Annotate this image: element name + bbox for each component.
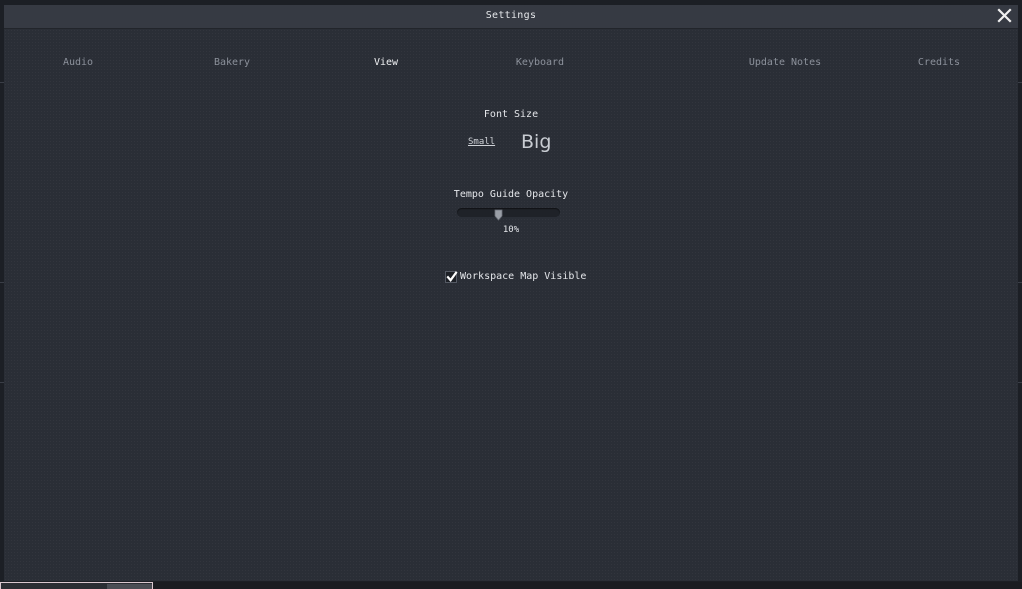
tab-audio[interactable]: Audio	[63, 57, 93, 68]
tab-update-notes[interactable]: Update Notes	[749, 57, 821, 68]
settings-tab-bar: Audio Bakery View Keyboard Update Notes …	[4, 57, 1018, 71]
dialog-titlebar[interactable]: Settings	[4, 5, 1018, 29]
close-icon	[997, 8, 1012, 23]
tab-bakery[interactable]: Bakery	[214, 57, 250, 68]
tempo-guide-opacity-label: Tempo Guide Opacity	[453, 189, 569, 200]
slider-thumb-icon[interactable]	[494, 206, 503, 221]
workspace-map-visible-checkbox[interactable]	[445, 271, 458, 283]
close-button[interactable]	[997, 8, 1012, 23]
tab-view[interactable]: View	[374, 57, 398, 68]
font-size-small-option[interactable]: Small	[468, 137, 495, 147]
checkmark-icon	[446, 271, 458, 282]
tab-keyboard[interactable]: Keyboard	[516, 57, 564, 68]
bottom-track-tab-segment	[107, 584, 152, 589]
dialog-title: Settings	[485, 10, 537, 21]
settings-dialog: Settings Audio Bakery View Keyboard Upda…	[4, 5, 1018, 581]
tempo-guide-opacity-value: 10%	[502, 225, 520, 235]
tempo-guide-opacity-slider[interactable]	[457, 208, 560, 217]
workspace-map-visible-label[interactable]: Workspace Map Visible	[460, 271, 586, 282]
font-size-label: Font Size	[483, 109, 539, 120]
tab-credits[interactable]: Credits	[918, 57, 960, 68]
font-size-big-option[interactable]: Big	[521, 131, 551, 153]
bottom-track-strip	[0, 582, 1022, 589]
